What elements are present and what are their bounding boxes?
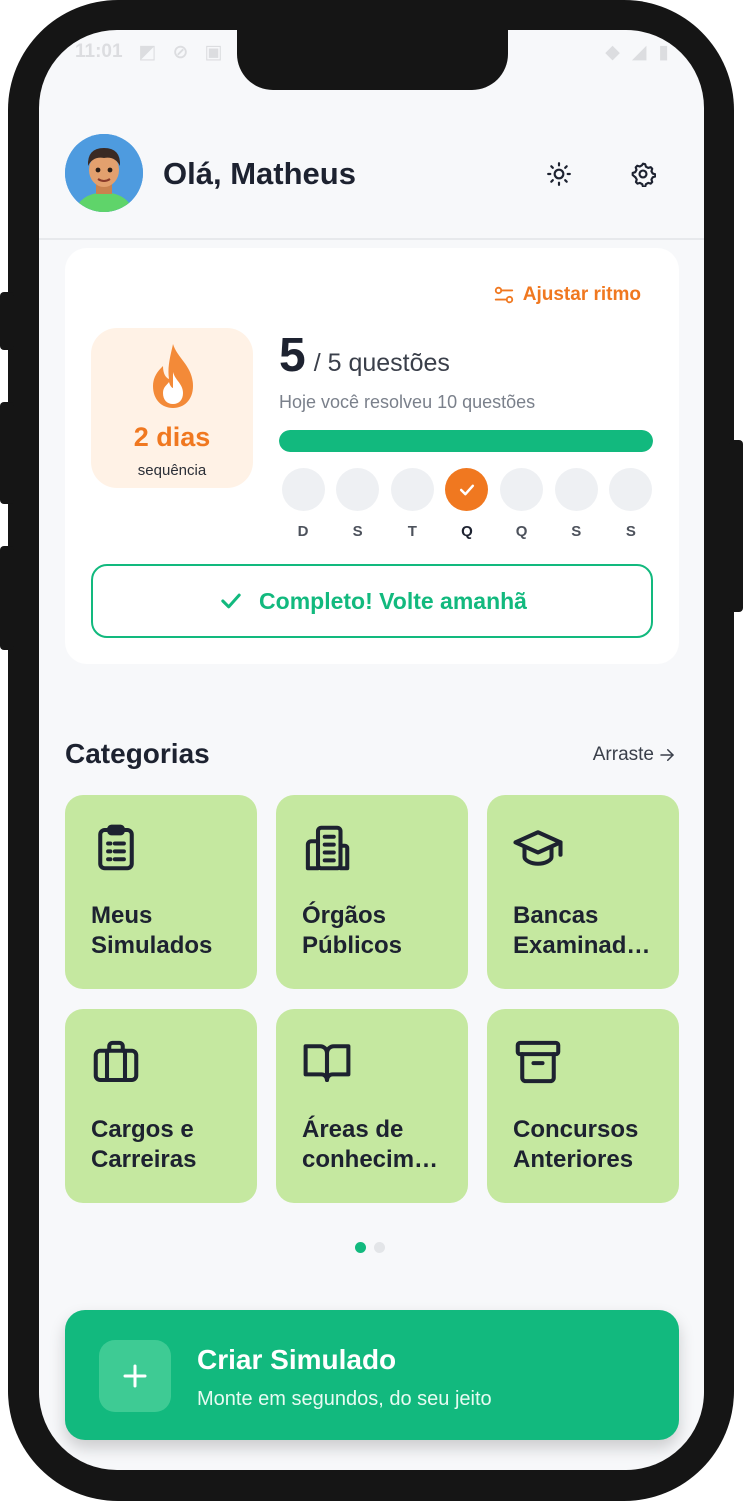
progress-fill	[279, 430, 653, 452]
clipboard-icon	[98, 824, 134, 871]
page-dot-active[interactable]	[355, 1242, 366, 1253]
category-card-areas[interactable]: Áreas de conhecim…	[276, 1009, 468, 1203]
category-label: Meus Simulados	[91, 902, 213, 959]
weekday: Q	[445, 468, 489, 540]
daily-progress-bar	[279, 430, 653, 452]
day-letter: S	[352, 523, 363, 540]
category-label: Áreas de conhecim…	[302, 1116, 439, 1173]
daily-goal-card: Ajustar ritmo 2 dias sequência 5 / 5 que…	[65, 248, 679, 664]
flame-icon	[153, 344, 193, 408]
dnd-icon: ⊘	[172, 41, 189, 63]
weekday: S	[609, 468, 653, 540]
status-time: 11:01	[75, 41, 123, 62]
gear-icon[interactable]	[627, 158, 659, 190]
notification-icon: ◩	[138, 41, 157, 63]
day-letter: T	[407, 523, 417, 540]
category-label: Concursos Anteriores	[513, 1116, 639, 1173]
weekday: T	[390, 468, 434, 540]
complete-button[interactable]: Completo! Volte amanhã	[91, 564, 653, 638]
check-icon	[221, 593, 241, 609]
day-indicator	[609, 468, 653, 511]
check-icon	[459, 484, 475, 495]
weekday: Q	[500, 468, 544, 540]
avatar[interactable]	[65, 134, 143, 212]
complete-label: Completo! Volte amanhã	[259, 587, 527, 614]
weekday: S	[554, 468, 598, 540]
day-letter: D	[297, 523, 309, 540]
streak-badge: 2 dias sequência	[91, 328, 253, 488]
page-dot[interactable]	[374, 1242, 385, 1253]
day-indicator	[445, 468, 489, 511]
wifi-icon: ◆	[605, 41, 620, 63]
plus-icon	[99, 1340, 171, 1412]
book-icon	[303, 1044, 351, 1083]
week-tracker: D S T Q Q S S	[281, 468, 653, 540]
adjust-pace-label: Ajustar ritmo	[522, 284, 641, 305]
today-summary: Hoje você resolveu 10 questões	[279, 392, 536, 412]
signal-icon: ◢	[631, 41, 647, 63]
day-letter: S	[625, 523, 636, 540]
category-label: Órgãos Públicos	[302, 902, 403, 959]
category-card-cargos[interactable]: Cargos e Carreiras	[65, 1009, 257, 1203]
category-card-meus-simulados[interactable]: Meus Simulados	[65, 795, 257, 989]
streak-label: sequência	[137, 462, 207, 479]
questions-goal: / 5 questões	[313, 349, 450, 377]
weekday: D	[281, 468, 325, 540]
sun-icon[interactable]	[543, 158, 575, 190]
building-icon	[305, 825, 350, 871]
category-card-bancas[interactable]: Bancas Examinad…	[487, 795, 679, 989]
category-label: Cargos e Carreiras	[91, 1116, 197, 1173]
lock-icon: ▣	[204, 41, 223, 63]
side-button	[0, 546, 14, 650]
day-indicator	[281, 468, 325, 511]
day-letter: Q	[461, 523, 473, 540]
day-indicator	[390, 468, 434, 511]
questions-done: 5	[279, 329, 306, 382]
page-indicator	[355, 1242, 385, 1253]
sliders-icon	[494, 286, 513, 304]
questions-count: 5 / 5 questões	[279, 328, 450, 383]
day-indicator	[500, 468, 544, 511]
category-card-concursos[interactable]: Concursos Anteriores	[487, 1009, 679, 1203]
side-button	[0, 402, 14, 504]
weekday: S	[336, 468, 380, 540]
drag-hint-label: Arraste	[592, 744, 654, 765]
battery-icon: ▮	[658, 41, 669, 63]
briefcase-icon	[93, 1040, 139, 1083]
cta-subtitle: Monte em segundos, do seu jeito	[197, 1388, 492, 1410]
graduation-cap-icon	[513, 830, 563, 866]
day-indicator	[554, 468, 598, 511]
category-label: Bancas Examinad…	[513, 902, 651, 959]
side-button	[729, 440, 743, 612]
drag-hint: Arraste	[593, 744, 676, 766]
categories-title: Categorias	[65, 738, 210, 769]
app-screen: 11:01 ◩ ⊘ ▣ ◆ ◢ ▮ Olá, Matheus Ajustar r…	[39, 30, 704, 1470]
category-card-orgaos-publicos[interactable]: Órgãos Públicos	[276, 795, 468, 989]
side-button	[0, 292, 14, 350]
streak-days: 2 dias	[133, 422, 211, 452]
greeting-title: Olá, Matheus	[163, 156, 356, 191]
day-indicator	[336, 468, 380, 511]
arrow-right-icon	[660, 749, 674, 761]
create-simulation-button[interactable]: Criar Simulado Monte em segundos, do seu…	[65, 1310, 679, 1440]
archive-icon	[515, 1040, 561, 1084]
day-letter: S	[571, 523, 582, 540]
app-header: Olá, Matheus	[39, 120, 704, 240]
notch	[237, 30, 508, 90]
adjust-pace-link[interactable]: Ajustar ritmo	[493, 284, 641, 306]
day-letter: Q	[515, 523, 528, 540]
cta-title: Criar Simulado	[197, 1344, 397, 1375]
